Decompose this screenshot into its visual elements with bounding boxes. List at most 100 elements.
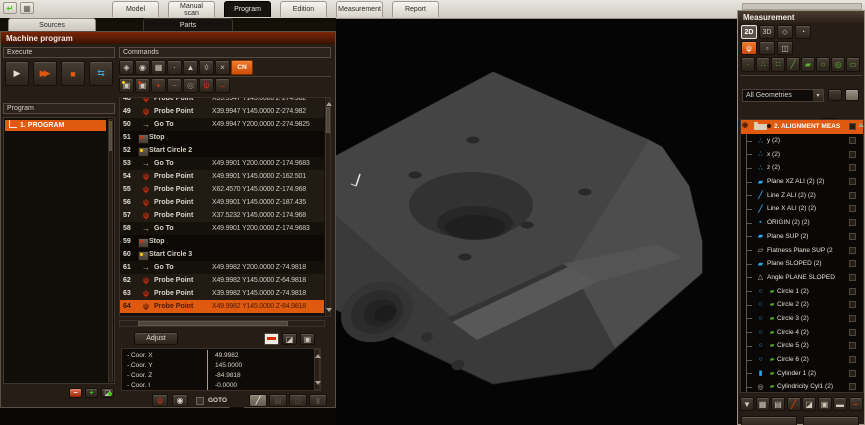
copy-button[interactable]: ◪ — [802, 397, 816, 411]
command-row[interactable]: 48 Probe Point X39.9947 Y145.0000 Z-274.… — [120, 98, 324, 105]
command-scrollbar[interactable] — [325, 97, 332, 317]
dot-icon[interactable]: · — [167, 60, 182, 75]
visibility-checkbox[interactable] — [849, 260, 856, 268]
probe-cross-icon[interactable]: + — [151, 78, 166, 93]
geometry-filter-select[interactable]: All Geometries ▾ — [742, 89, 824, 102]
geo-slot-icon[interactable]: ◎ — [831, 57, 845, 72]
visibility-checkbox[interactable] — [849, 232, 856, 240]
preview-icon[interactable]: ◉ — [135, 60, 150, 75]
tree-item[interactable]: Circle 1 (2) — [741, 284, 863, 298]
cn-button[interactable]: CN — [231, 60, 253, 75]
scroll-up-icon[interactable] — [315, 351, 321, 358]
visibility-checkbox[interactable] — [849, 246, 856, 254]
tab-measurement[interactable]: Measurement — [336, 1, 383, 17]
nav-back-icon[interactable]: ↵ — [3, 2, 17, 14]
view-3d-button[interactable]: 3D — [759, 25, 775, 39]
adjust-button[interactable]: Adjust — [134, 332, 178, 345]
tree-item[interactable]: Circle 4 (2) — [741, 325, 863, 339]
tree-item[interactable]: Circle 5 (2) — [741, 339, 863, 353]
run-continuous-button[interactable]: ▶▶ — [33, 61, 57, 86]
visibility-checkbox[interactable] — [849, 383, 856, 391]
tab-parts[interactable]: Parts — [143, 18, 233, 31]
visibility-checkbox[interactable] — [849, 150, 856, 158]
tree-item[interactable]: z (2) — [741, 161, 863, 175]
tree-item[interactable]: Cylinder 1 (2) — [741, 366, 863, 380]
target-icon[interactable]: ◎ — [183, 78, 198, 93]
probe-display-button[interactable]: ψ — [152, 394, 168, 407]
command-row[interactable]: 60 Start Circle 3 — [120, 248, 324, 261]
visibility-checkbox[interactable] — [849, 219, 856, 227]
edit-geometry-button[interactable]: ╱ — [786, 397, 801, 411]
tools-icon[interactable]: ◈ — [119, 60, 134, 75]
tree-item[interactable]: ORIGIN (2) (2) — [741, 215, 863, 230]
geo-rect-icon[interactable]: ▭ — [846, 57, 860, 72]
tree-item-alignment[interactable]: 2. ALIGNMENT MEAS — [741, 120, 863, 134]
command-row[interactable]: 51 Stop — [120, 131, 324, 144]
window-button[interactable]: ◫ — [289, 394, 307, 407]
device-icon[interactable]: ▦ — [20, 2, 34, 14]
visibility-checkbox[interactable] — [849, 164, 856, 172]
report-table-button[interactable]: ▦ — [755, 397, 770, 411]
cut-icon[interactable]: × — [215, 60, 230, 75]
probe-mode-button[interactable]: ψ — [741, 41, 757, 55]
tree-item[interactable]: Circle 3 (2) — [741, 311, 863, 326]
stop-run-button[interactable]: ■ — [61, 61, 85, 86]
coordinate-scrollbar[interactable] — [314, 349, 321, 390]
geo-circle-icon[interactable]: ○ — [816, 57, 830, 72]
scrollbar-thumb[interactable] — [109, 121, 112, 151]
program-tree[interactable]: 1. PROGRAM — [3, 117, 115, 384]
visibility-checkbox[interactable] — [849, 273, 856, 281]
visibility-checkbox[interactable] — [849, 137, 856, 145]
tree-item[interactable]: y (2) — [741, 133, 863, 148]
command-row[interactable]: 50 Go To X49.9947 Y200.0000 Z-274.9825 — [120, 118, 324, 131]
tab-sources[interactable]: Sources — [8, 18, 96, 31]
tree-scrollbar[interactable] — [858, 120, 864, 160]
scrollbar-thumb[interactable] — [326, 107, 330, 133]
folder-button[interactable]: ▬ — [833, 397, 847, 411]
geo-point-icon[interactable]: · — [741, 57, 755, 72]
add-step-button[interactable]: + — [85, 388, 98, 398]
visibility-checkbox[interactable] — [849, 287, 856, 295]
hand-icon[interactable]: ◊ — [199, 60, 214, 75]
clear-red-icon[interactable] — [264, 333, 279, 345]
geo-plane-icon[interactable]: ▰ — [801, 57, 815, 72]
limits-icon[interactable]: ↔ — [215, 78, 230, 93]
command-row[interactable]: 61 Go To X49.9982 Y200.0000 Z-74.9818 — [120, 261, 324, 274]
scroll-up-icon[interactable] — [858, 120, 864, 127]
filter-button[interactable]: ▼ — [740, 397, 754, 411]
tree-item[interactable]: Circle 2 (2) — [741, 297, 863, 312]
command-row[interactable]: 57 Probe Point X37.5232 Y145.0000 Z-174.… — [120, 209, 324, 222]
scrollbar-thumb[interactable] — [138, 321, 288, 326]
tab-manual-scan[interactable]: Manual scan — [168, 1, 215, 17]
scroll-up-icon[interactable] — [326, 99, 332, 106]
visibility-checkbox[interactable] — [849, 123, 856, 131]
goto-checkbox[interactable] — [196, 397, 204, 405]
list-button[interactable]: ▤ — [269, 394, 287, 407]
tree-item[interactable]: Angle PLANE SLOPED — [741, 270, 863, 285]
eye-button[interactable]: ◉ — [172, 394, 188, 407]
scroll-down-icon[interactable] — [326, 308, 332, 315]
program-scrollbar[interactable] — [108, 119, 113, 382]
footer-button-1[interactable] — [741, 416, 797, 425]
program-node-1[interactable]: 1. PROGRAM — [5, 119, 106, 131]
visibility-checkbox[interactable] — [849, 328, 856, 336]
run-button[interactable]: ▶ — [5, 61, 29, 86]
command-row[interactable]: 56 Probe Point X49.9901 Y145.0000 Z-187.… — [120, 196, 324, 209]
solid-view-button[interactable]: ▫ — [759, 41, 775, 55]
view-2d-button[interactable]: 2D — [741, 25, 757, 39]
geo-points-icon[interactable]: ∴ — [756, 57, 770, 72]
view-rotate-button[interactable]: ◔ — [795, 25, 811, 39]
command-row[interactable]: 54 Probe Point X49.9901 Y145.0000 Z-162.… — [120, 170, 324, 183]
tree-item[interactable]: Circle 6 (2) — [741, 352, 863, 367]
block-button[interactable]: ▮ — [309, 394, 327, 407]
command-row[interactable]: 49 Probe Point X39.9947 Y145.0000 Z-274.… — [120, 105, 324, 118]
top-scrollbar[interactable] — [742, 3, 862, 10]
tree-item[interactable]: Line Z ALI (2) (2) — [741, 188, 863, 202]
command-row[interactable]: 58 Go To X49.9901 Y200.0000 Z-174.9683 — [120, 222, 324, 235]
tab-program[interactable]: Program — [224, 1, 271, 17]
visibility-checkbox[interactable] — [849, 191, 856, 199]
command-row[interactable]: 62 Probe Point X49.9982 Y145.0000 Z-64.9… — [120, 274, 324, 287]
edit-pencil-button[interactable]: ╱ — [249, 394, 267, 407]
cnc-stop-icon[interactable]: ▣ — [135, 78, 150, 93]
probe-icon[interactable]: ψ — [199, 78, 214, 93]
